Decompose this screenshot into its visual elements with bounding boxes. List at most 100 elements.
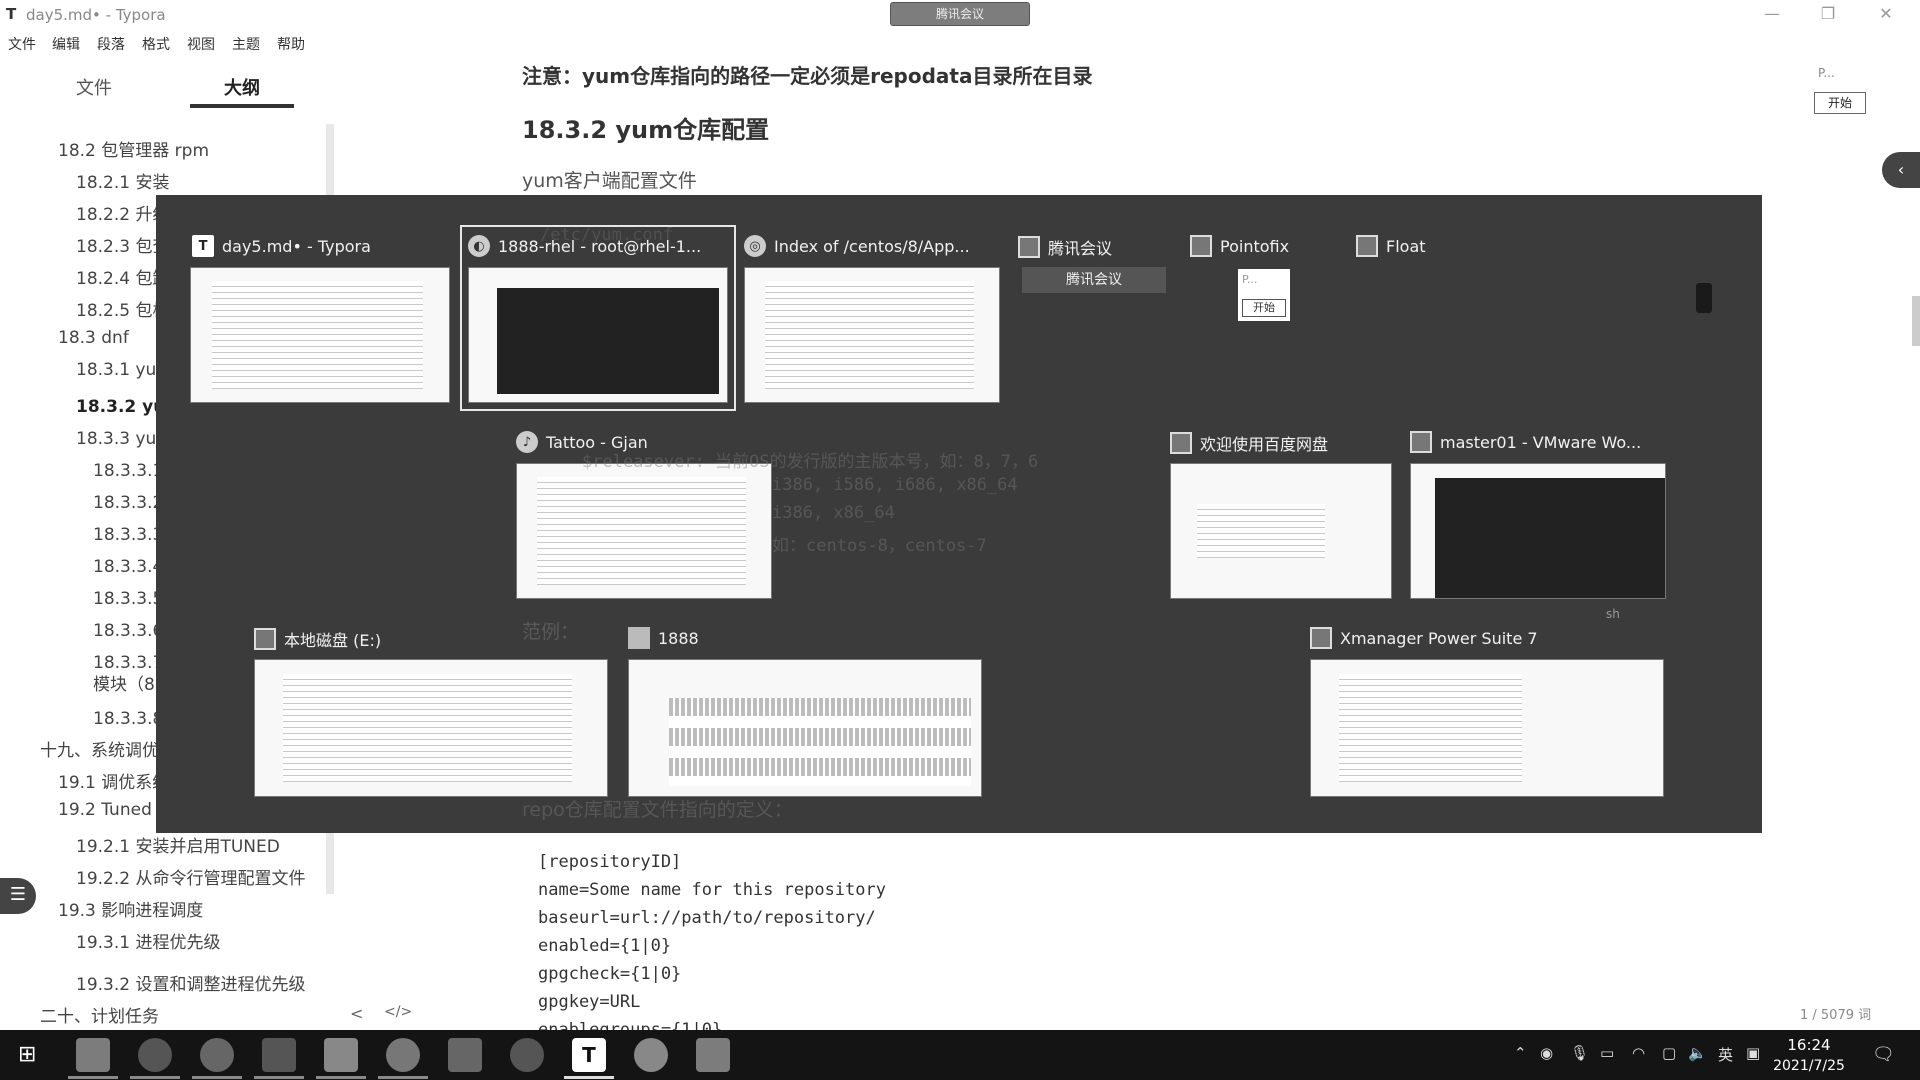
window-card-browser[interactable]: ◎ Index of /centos/8/App...: [744, 235, 970, 257]
editor-scrollbar[interactable]: [1912, 296, 1920, 346]
window-card-title: day5.md• - Typora: [222, 236, 371, 256]
float-thumbnail[interactable]: [1696, 283, 1712, 313]
vmware-icon: [1410, 431, 1432, 453]
outline-item[interactable]: 19.3.2 设置和调整进程优先级: [76, 970, 305, 995]
window-thumbnail[interactable]: [516, 463, 772, 599]
xshell-icon: ◐: [468, 235, 490, 257]
window-card-typora[interactable]: T day5.md• - Typora: [192, 235, 371, 257]
notification-icon[interactable]: 🗨: [1872, 1044, 1895, 1065]
running-indicator: [378, 1076, 428, 1079]
outline-item[interactable]: 18.2 包管理器 rpm: [58, 136, 209, 161]
outline-item[interactable]: 二十、计划任务: [40, 1002, 159, 1027]
taskbar-xmanager-icon[interactable]: [510, 1038, 544, 1072]
window-card-folder-1888[interactable]: 1888: [628, 627, 699, 649]
tray-app-icon[interactable]: ◉: [1540, 1044, 1553, 1062]
ime-app-icon[interactable]: ▣: [1746, 1044, 1760, 1062]
menu-edit[interactable]: 编辑: [52, 34, 80, 54]
typora-app-icon: T: [6, 5, 17, 23]
meeting-chip[interactable]: 腾讯会议: [890, 2, 1030, 26]
outline-item[interactable]: 十九、系统调优: [40, 736, 159, 761]
taskbar-photos-icon[interactable]: [448, 1038, 482, 1072]
windows-start-icon[interactable]: ⊞: [18, 1042, 36, 1067]
outline-item[interactable]: 19.2.1 安装并启用TUNED: [76, 832, 280, 857]
volume-icon[interactable]: 🔈: [1688, 1044, 1707, 1062]
clock-time[interactable]: 16:24: [1764, 1036, 1854, 1054]
taskbar-tool-icon[interactable]: [696, 1038, 730, 1072]
vmware-caption: sh: [1606, 607, 1620, 621]
ime-indicator[interactable]: 英: [1718, 1044, 1733, 1065]
source-code-mode-icon[interactable]: </>: [384, 1004, 412, 1020]
window-card-vmware[interactable]: master01 - VMware Wo...: [1410, 431, 1641, 453]
menu-paragraph[interactable]: 段落: [97, 34, 125, 54]
menu-file[interactable]: 文件: [8, 34, 36, 54]
running-indicator: [130, 1076, 180, 1079]
menu-help[interactable]: 帮助: [277, 34, 305, 54]
menu-format[interactable]: 格式: [142, 34, 170, 54]
outline-item[interactable]: 18.2.1 安装: [76, 168, 169, 193]
window-thumbnail[interactable]: [1310, 659, 1664, 797]
outline-toggle-icon[interactable]: ☰: [0, 878, 36, 914]
wifi-icon[interactable]: ◠: [1632, 1044, 1645, 1062]
taskbar-meeting-icon[interactable]: [634, 1038, 668, 1072]
menu-view[interactable]: 视图: [187, 34, 215, 54]
tab-files[interactable]: 文件: [76, 74, 112, 100]
pointofix-start-button[interactable]: 开始: [1242, 299, 1286, 317]
taskbar-vmware-icon[interactable]: [262, 1038, 296, 1072]
window-card-pointofix[interactable]: Pointofix: [1190, 235, 1289, 257]
window-card-xmanager[interactable]: Xmanager Power Suite 7: [1310, 627, 1538, 649]
outline-item[interactable]: 19.3.1 进程优先级: [76, 928, 220, 953]
taskbar-music-icon[interactable]: [386, 1038, 420, 1072]
window-card-local-disk[interactable]: 本地磁盘 (E:): [254, 627, 381, 651]
window-thumbnail[interactable]: [1410, 463, 1666, 599]
collapse-sidebar-icon[interactable]: <: [350, 1004, 363, 1023]
battery-icon[interactable]: ▭: [1600, 1044, 1614, 1062]
outline-item[interactable]: 19.3 影响进程调度: [58, 896, 203, 921]
chat-icon[interactable]: ▢: [1662, 1044, 1676, 1062]
taskbar-wechat-icon[interactable]: [200, 1038, 234, 1072]
window-card-title: Index of /centos/8/App...: [774, 236, 970, 256]
example-label: 范例：: [522, 621, 580, 643]
tab-outline[interactable]: 大纲: [224, 74, 260, 100]
outline-item[interactable]: 19.2 Tuned: [58, 800, 152, 820]
window-card-title: master01 - VMware Wo...: [1440, 432, 1642, 452]
right-collapse-icon[interactable]: ‹: [1882, 152, 1920, 188]
window-thumbnail[interactable]: [190, 267, 450, 403]
pointofix-start-button[interactable]: 开始: [1814, 92, 1866, 114]
tab-indicator: [190, 104, 294, 108]
window-thumbnail[interactable]: [468, 267, 728, 403]
window-card-float[interactable]: Float: [1356, 235, 1426, 257]
section-heading: 18.3.2 yum仓库配置: [522, 116, 770, 144]
taskbar-folder-icon[interactable]: [324, 1038, 358, 1072]
window-thumbnail[interactable]: [1170, 463, 1392, 599]
window-card-title: 本地磁盘 (E:): [284, 631, 382, 650]
taskbar-typora-icon[interactable]: T: [572, 1038, 606, 1072]
taskbar-xshell-icon[interactable]: [76, 1038, 110, 1072]
clock-date[interactable]: 2021/7/25: [1764, 1058, 1854, 1074]
taskbar: ⊞ T ⌃ ◉ 🎙 ▭ ◠ ▢ 🔈 英 ▣ 16:24 2021/7/25 🗨: [0, 1030, 1920, 1080]
outline-item[interactable]: 19.2.2 从命令行管理配置文件: [76, 864, 305, 889]
taskbar-browser-icon[interactable]: [138, 1038, 172, 1072]
outline-item[interactable]: 18.3 dnf: [58, 328, 129, 348]
paragraph-client-config: yum客户端配置文件: [522, 170, 697, 192]
maximize-icon[interactable]: ❐: [1808, 4, 1848, 23]
minimize-icon[interactable]: —: [1752, 4, 1792, 23]
tray-overflow-icon[interactable]: ⌃: [1514, 1044, 1527, 1062]
note-text: 注意：yum仓库指向的路径一定必须是repodata目录所在目录: [522, 64, 1093, 88]
menu-theme[interactable]: 主题: [232, 34, 260, 54]
close-icon[interactable]: ✕: [1866, 4, 1906, 23]
variable-line: i386, i586, i686, x86_64: [772, 475, 1018, 495]
window-thumbnail[interactable]: [744, 267, 1000, 403]
window-card-title: 1888: [658, 628, 699, 648]
microphone-icon[interactable]: 🎙: [1570, 1044, 1589, 1062]
window-card-baidu[interactable]: 欢迎使用百度网盘: [1170, 431, 1328, 455]
browser-icon: ◎: [744, 235, 766, 257]
variable-line: i386, x86_64: [772, 503, 895, 523]
window-thumbnail[interactable]: [628, 659, 982, 797]
pointofix-thumbnail[interactable]: P... 开始: [1238, 269, 1290, 321]
window-card-title: Xmanager Power Suite 7: [1340, 628, 1538, 648]
meeting-bar[interactable]: 腾讯会议: [1022, 267, 1166, 293]
running-indicator: [254, 1076, 304, 1079]
outline-item[interactable]: 19.1 调优系统: [58, 768, 169, 793]
window-thumbnail[interactable]: [254, 659, 608, 797]
window-card-meeting[interactable]: 腾讯会议: [1018, 235, 1112, 259]
